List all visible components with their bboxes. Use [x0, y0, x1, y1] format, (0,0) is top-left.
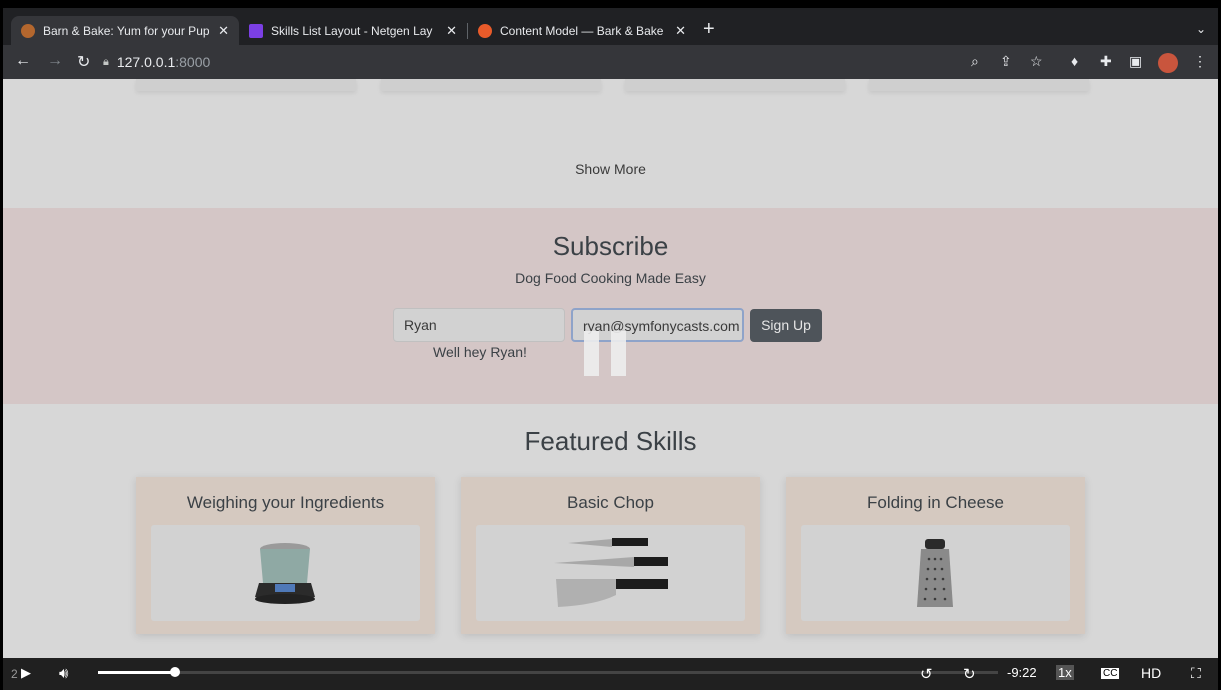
skill-image [801, 525, 1070, 621]
progress-scrubber[interactable] [170, 667, 180, 677]
close-tab-icon[interactable]: ✕ [218, 23, 229, 39]
reload-icon[interactable]: ↻ [77, 52, 90, 72]
new-tab-button[interactable]: + [703, 19, 715, 39]
play-icon[interactable]: ▶ [21, 665, 31, 681]
back-arrow-icon[interactable]: ← [15, 52, 31, 70]
pause-overlay-icon[interactable] [584, 331, 639, 376]
tab-skills-list-layout[interactable]: Skills List Layout - Netgen Lay ✕ [239, 16, 467, 45]
rewind-10-icon[interactable]: ↺ [920, 665, 933, 683]
time-remaining: -9:22 [1007, 665, 1037, 680]
browser-window: Barn & Bake: Yum for your Pup ✕ Skills L… [3, 8, 1218, 690]
fullscreen-icon[interactable]: ⛶ [1191, 665, 1201, 682]
name-input[interactable]: Ryan [393, 308, 565, 342]
tab-strip: Barn & Bake: Yum for your Pup ✕ Skills L… [3, 8, 1218, 45]
url-host: 127.0.0.1 [116, 54, 176, 70]
sign-up-button[interactable]: Sign Up [750, 309, 822, 342]
lock-icon: 🔒︎ [103, 55, 109, 68]
speed-indicator: 2 [11, 667, 18, 681]
skill-card-partial [136, 79, 356, 91]
extension-flame-icon[interactable]: ♦ [1071, 53, 1078, 69]
extensions-puzzle-icon[interactable]: ✚ [1100, 53, 1112, 70]
forward-arrow-icon[interactable]: → [47, 52, 63, 70]
forward-10-icon[interactable]: ↻ [963, 665, 976, 683]
volume-icon[interactable]: 🔊︎ [59, 665, 68, 682]
skill-card-partial [869, 79, 1089, 91]
url-port: :8000 [175, 54, 211, 70]
skill-title: Weighing your Ingredients [186, 493, 385, 512]
tab-barn-bake[interactable]: Barn & Bake: Yum for your Pup ✕ [11, 16, 239, 45]
video-player-bar: 2 ▶ 🔊︎ ↺ ↻ -9:22 1x CC HD ⛶ [3, 658, 1218, 690]
skill-image [476, 525, 745, 621]
tab-title: Content Model — Bark & Bake [500, 23, 664, 38]
skill-image [151, 525, 420, 621]
subscribe-title: Subscribe [552, 231, 669, 261]
captions-icon[interactable]: CC [1101, 668, 1120, 679]
skill-title: Basic Chop [567, 493, 654, 512]
tab-title: Barn & Bake: Yum for your Pup [43, 23, 210, 38]
featured-skills-title: Featured Skills [524, 426, 697, 456]
netgen-layouts-favicon-icon [249, 23, 263, 38]
close-tab-icon[interactable]: ✕ [675, 23, 686, 39]
show-more-link[interactable]: Show More [3, 161, 1218, 177]
page-content: Show More Subscribe Dog Food Cooking Mad… [3, 79, 1218, 690]
subscribe-section: Subscribe Dog Food Cooking Made Easy Rya… [3, 208, 1218, 404]
zoom-icon[interactable]: ⌕ [971, 53, 979, 70]
greeting-text: Well hey Ryan! [433, 344, 527, 360]
browser-toolbar: ← → ↻ 🔒︎ 127.0.0.1:8000 ⌕ ⇪ ☆ ♦ ✚ ▣ ⋮ [3, 45, 1218, 79]
profile-avatar[interactable] [1158, 53, 1178, 73]
playback-rate-button[interactable]: 1x [1056, 665, 1074, 680]
quality-button[interactable]: HD [1141, 665, 1161, 681]
side-panel-icon[interactable]: ▣ [1129, 53, 1142, 70]
scale-icon [255, 543, 315, 604]
close-tab-icon[interactable]: ✕ [446, 23, 457, 39]
progress-track[interactable] [98, 671, 998, 674]
share-icon[interactable]: ⇪ [1000, 53, 1012, 70]
skill-title: Folding in Cheese [866, 493, 1005, 512]
skill-card-partial [625, 79, 845, 91]
contentful-favicon-icon [478, 23, 492, 38]
tab-title: Skills List Layout - Netgen Lay [271, 23, 433, 38]
tab-search-button[interactable]: ⌄ [1196, 22, 1206, 36]
subscribe-tagline: Dog Food Cooking Made Easy [515, 270, 706, 286]
skill-card-weighing[interactable]: Weighing your Ingredients [136, 477, 435, 634]
skill-card-basic-chop[interactable]: Basic Chop [461, 477, 760, 634]
tab-content-model[interactable]: Content Model — Bark & Bake ✕ [468, 16, 696, 45]
skill-card-folding-cheese[interactable]: Folding in Cheese [786, 477, 1085, 634]
dog-food-favicon-icon [21, 23, 35, 38]
bookmark-star-icon[interactable]: ☆ [1030, 53, 1043, 70]
menu-kebab-icon[interactable]: ⋮ [1193, 53, 1207, 70]
skill-card-partial [381, 79, 601, 91]
grater-icon [917, 539, 953, 607]
progress-fill [98, 671, 175, 674]
knives-icon [554, 538, 668, 607]
